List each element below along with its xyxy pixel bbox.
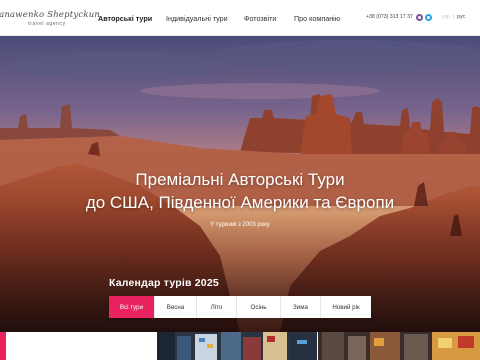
logo-script: Yanawenko Sheptyckun xyxy=(0,9,101,20)
tab-all-tours[interactable]: Всі тури xyxy=(109,296,155,318)
tour-card-street-image xyxy=(318,332,480,360)
tab-autumn[interactable]: Осінь xyxy=(237,296,281,318)
nav-item-individual-tours[interactable]: Індивідуальні тури xyxy=(166,14,228,23)
tour-cards-row xyxy=(0,332,480,360)
lang-ru-link[interactable]: рус xyxy=(457,14,465,20)
hero-title: Преміальні Авторські Тури до США, Півден… xyxy=(0,168,480,214)
nav-item-author-tours[interactable]: Авторські тури xyxy=(98,14,152,23)
logo-subtitle: travel agency xyxy=(28,20,66,27)
tour-card-city-image xyxy=(157,332,317,360)
telegram-icon[interactable] xyxy=(425,14,432,21)
hero-banner: Преміальні Авторські Тури до США, Півден… xyxy=(0,36,480,332)
tab-spring[interactable]: Весна xyxy=(155,296,197,318)
tour-card-city[interactable] xyxy=(157,332,317,360)
tour-card-blank[interactable] xyxy=(6,332,156,360)
hero-subtitle: У туризмі з 2003 року xyxy=(210,222,270,228)
site-header: Yanawenko Sheptyckun travel agency Автор… xyxy=(0,0,480,36)
logo[interactable]: Yanawenko Sheptyckun travel agency xyxy=(0,4,100,32)
nav-item-about[interactable]: Про компанію xyxy=(294,14,340,23)
tab-winter[interactable]: Зима xyxy=(281,296,321,318)
tab-new-year[interactable]: Новий рік xyxy=(321,296,371,318)
phone-number[interactable]: +38 (073) 313 17 37 xyxy=(366,14,413,20)
lang-separator: | xyxy=(453,14,455,20)
season-filter-tabs: Всі тури Весна Літо Осінь Зима Новий рік xyxy=(109,296,371,318)
calendar-title: Календар турів 2025 xyxy=(109,277,219,289)
lang-ua-link[interactable]: укр xyxy=(442,14,450,20)
nav-item-photo-reports[interactable]: Фотозвіти xyxy=(244,14,276,23)
hero-title-line2: до США, Південної Америки та Європи xyxy=(85,193,395,212)
hero-title-line1: Преміальні Авторські Тури xyxy=(135,170,345,189)
viber-icon[interactable] xyxy=(416,14,423,21)
tour-card-street[interactable] xyxy=(318,332,480,360)
tab-summer[interactable]: Літо xyxy=(197,296,237,318)
